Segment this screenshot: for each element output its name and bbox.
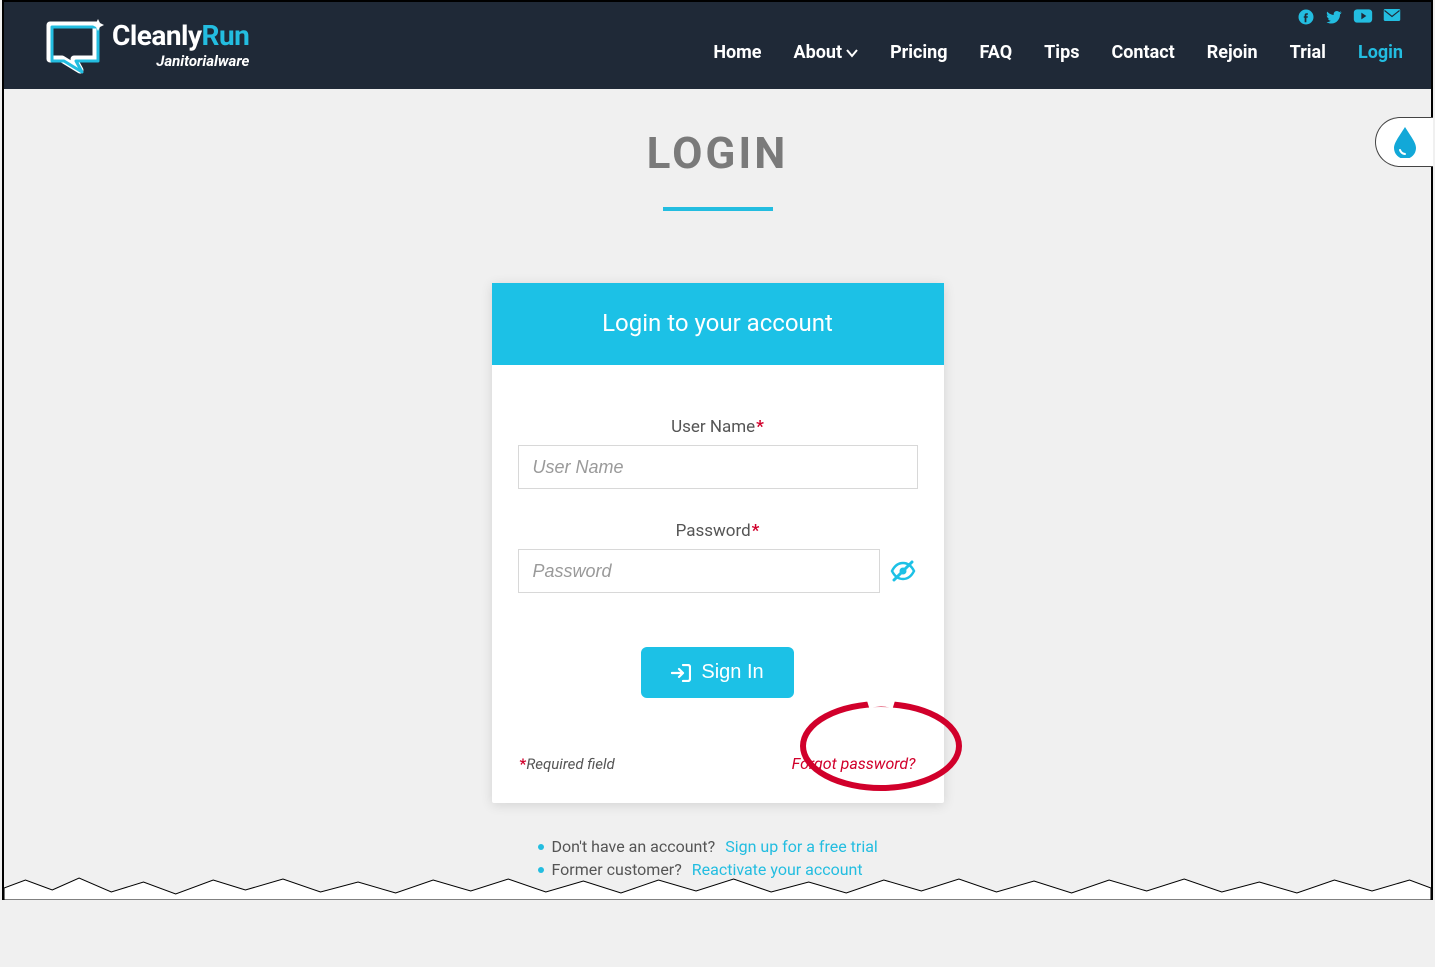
- password-label-text: Password: [676, 521, 751, 541]
- brand-subtitle: Janitorialware: [156, 52, 249, 70]
- password-input[interactable]: [518, 549, 880, 593]
- signup-free-trial-link[interactable]: Sign up for a free trial: [725, 837, 878, 856]
- nav-contact[interactable]: Contact: [1111, 42, 1174, 63]
- site-header: CleanlyRun Janitorialware Home About: [4, 2, 1431, 89]
- chevron-down-icon: [846, 42, 858, 63]
- password-label: Password*: [676, 521, 760, 541]
- twitter-icon[interactable]: [1325, 8, 1343, 26]
- droplet-icon: [1392, 126, 1418, 158]
- nav-login[interactable]: Login: [1358, 42, 1403, 63]
- page-title: LOGIN: [4, 127, 1431, 179]
- required-asterisk: *: [752, 521, 760, 541]
- username-group: User Name*: [518, 417, 918, 489]
- brand-name: CleanlyRun: [112, 22, 249, 50]
- nav-tips[interactable]: Tips: [1044, 42, 1079, 63]
- nav-about[interactable]: About: [794, 42, 859, 63]
- required-asterisk: *: [756, 417, 764, 437]
- sign-in-button[interactable]: Sign In: [641, 647, 793, 698]
- nav-pricing[interactable]: Pricing: [890, 42, 947, 63]
- signup-line: Don't have an account? Sign up for a fre…: [538, 837, 968, 856]
- nav-rejoin[interactable]: Rejoin: [1207, 42, 1258, 63]
- sign-in-button-label: Sign In: [701, 661, 763, 684]
- brand-logo[interactable]: CleanlyRun Janitorialware: [36, 2, 249, 89]
- bullet-icon: [538, 844, 544, 850]
- nav-home[interactable]: Home: [713, 42, 761, 63]
- logo-mark-icon: [36, 15, 108, 77]
- theme-droplet-tab[interactable]: [1375, 117, 1433, 167]
- facebook-icon[interactable]: [1297, 8, 1315, 26]
- nav-trial[interactable]: Trial: [1290, 42, 1326, 63]
- primary-nav: Home About Pricing FAQ Tips Contact Rejo…: [713, 42, 1403, 63]
- torn-edge-decoration: [4, 870, 1431, 900]
- username-label-text: User Name: [671, 417, 755, 437]
- eye-slash-icon: [890, 560, 916, 582]
- username-input[interactable]: [518, 445, 918, 489]
- password-group: Password*: [518, 521, 918, 593]
- signup-line-text: Don't have an account?: [552, 837, 716, 856]
- title-underline: [663, 207, 773, 211]
- required-field-note: *Required field: [520, 755, 615, 773]
- youtube-icon[interactable]: [1353, 8, 1373, 26]
- forgot-password-link[interactable]: Forgot password?: [792, 754, 916, 773]
- social-links: [1297, 8, 1401, 26]
- toggle-password-visibility-button[interactable]: [880, 560, 918, 582]
- sign-in-icon: [671, 664, 691, 682]
- envelope-icon[interactable]: [1383, 8, 1401, 26]
- username-label: User Name*: [671, 417, 764, 437]
- login-card: Login to your account User Name* Passwor…: [492, 283, 944, 803]
- nav-about-label: About: [794, 42, 843, 63]
- login-card-header: Login to your account: [492, 283, 944, 365]
- main-content: LOGIN Login to your account User Name* P…: [4, 89, 1431, 879]
- nav-faq[interactable]: FAQ: [980, 42, 1013, 63]
